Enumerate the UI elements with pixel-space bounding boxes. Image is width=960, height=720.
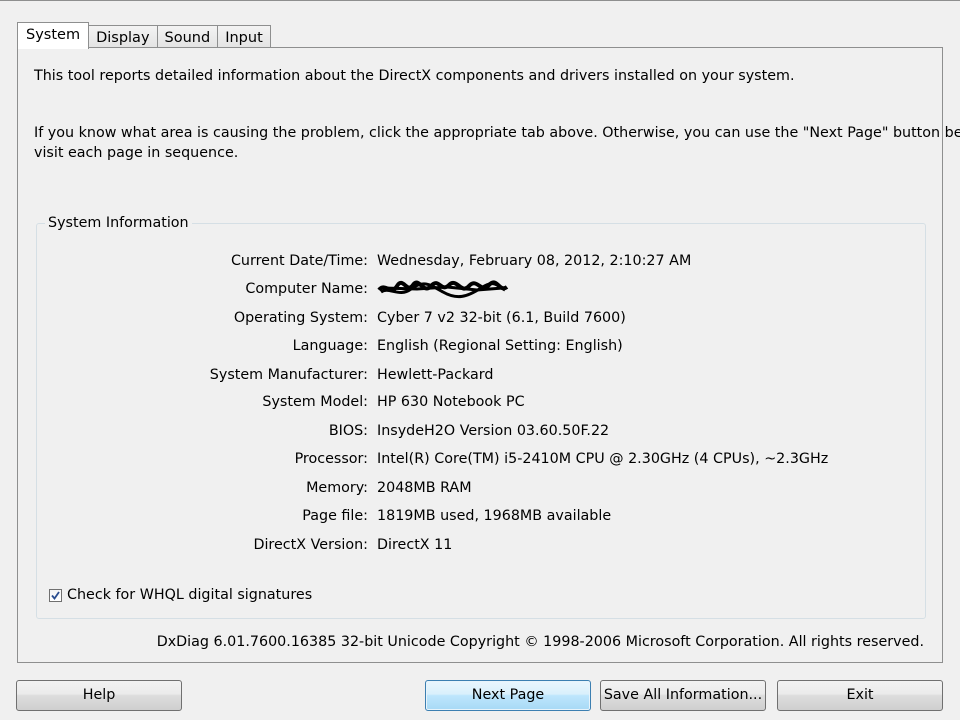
- intro-text: This tool reports detailed information a…: [34, 68, 795, 84]
- info-label: Page file:: [302, 508, 368, 524]
- whql-checkbox[interactable]: [49, 588, 62, 602]
- tab-system[interactable]: System: [17, 22, 90, 49]
- info-row-computer-name: Computer Name:: [37, 279, 925, 299]
- info-row-operating-system: Operating System: Cyber 7 v2 32-bit (6.1…: [37, 308, 925, 328]
- info-value: English (Regional Setting: English): [377, 338, 623, 354]
- dxdiag-window: System Display Sound Input This tool rep…: [0, 0, 960, 720]
- tab-strip: System Display Sound Input: [17, 21, 271, 49]
- instructions-text-line2: visit each page in sequence.: [34, 145, 239, 161]
- system-tab-panel: This tool reports detailed information a…: [17, 47, 960, 663]
- info-value: HP 630 Notebook PC: [377, 394, 525, 410]
- instructions-text-line1: If you know what area is causing the pro…: [34, 125, 960, 141]
- info-value: InsydeH2O Version 03.60.50F.22: [377, 423, 610, 439]
- info-value: DirectX 11: [377, 537, 453, 553]
- next-page-button[interactable]: Next Page: [425, 680, 591, 711]
- info-value: Cyber 7 v2 32-bit (6.1, Build 7600): [377, 310, 626, 326]
- redacted-computer-name: [377, 280, 509, 306]
- info-row-bios: BIOS: InsydeH2O Version 03.60.50F.22: [37, 421, 925, 441]
- info-label: Computer Name:: [245, 281, 368, 297]
- info-row-date-time: Current Date/Time: Wednesday, February 0…: [37, 251, 925, 271]
- exit-button[interactable]: Exit: [777, 680, 943, 711]
- info-value: 1819MB used, 1968MB available: [377, 508, 612, 524]
- info-label: Operating System:: [233, 310, 368, 326]
- tab-display[interactable]: Display: [89, 25, 158, 48]
- info-row-memory: Memory: 2048MB RAM: [37, 478, 925, 498]
- help-button[interactable]: Help: [16, 680, 182, 711]
- info-row-page-file: Page file: 1819MB used, 1968MB available: [37, 506, 925, 526]
- tab-sound[interactable]: Sound: [157, 25, 219, 48]
- whql-checkbox-row[interactable]: Check for WHQL digital signatures: [49, 585, 312, 605]
- tab-input[interactable]: Input: [218, 25, 271, 48]
- info-label: Memory:: [306, 480, 368, 496]
- save-all-information-button[interactable]: Save All Information...: [600, 680, 766, 711]
- info-value: Intel(R) Core(TM) i5-2410M CPU @ 2.30GHz…: [377, 451, 829, 467]
- info-label: System Model:: [262, 394, 368, 410]
- info-row-system-manufacturer: System Manufacturer: Hewlett-Packard: [37, 365, 925, 385]
- checkmark-icon: [51, 590, 60, 600]
- info-value: Hewlett-Packard: [377, 367, 494, 383]
- info-value: 2048MB RAM: [377, 480, 472, 496]
- info-value: Wednesday, February 08, 2012, 2:10:27 AM: [377, 253, 692, 269]
- info-label: DirectX Version:: [253, 537, 368, 553]
- info-label: Processor:: [294, 451, 368, 467]
- info-row-processor: Processor: Intel(R) Core(TM) i5-2410M CP…: [37, 449, 925, 469]
- info-row-language: Language: English (Regional Setting: Eng…: [37, 336, 925, 356]
- info-label: BIOS:: [328, 423, 368, 439]
- info-label: Language:: [292, 338, 368, 354]
- group-title: System Information: [45, 214, 192, 232]
- whql-checkbox-label[interactable]: Check for WHQL digital signatures: [67, 585, 312, 605]
- copyright-text: DxDiag 6.01.7600.16385 32-bit Unicode Co…: [156, 634, 924, 650]
- info-label: Current Date/Time:: [230, 253, 368, 269]
- system-information-group: System Information Current Date/Time: We…: [36, 214, 926, 619]
- info-row-system-model: System Model: HP 630 Notebook PC: [37, 392, 925, 412]
- info-label: System Manufacturer:: [209, 367, 368, 383]
- info-row-directx-version: DirectX Version: DirectX 11: [37, 535, 925, 555]
